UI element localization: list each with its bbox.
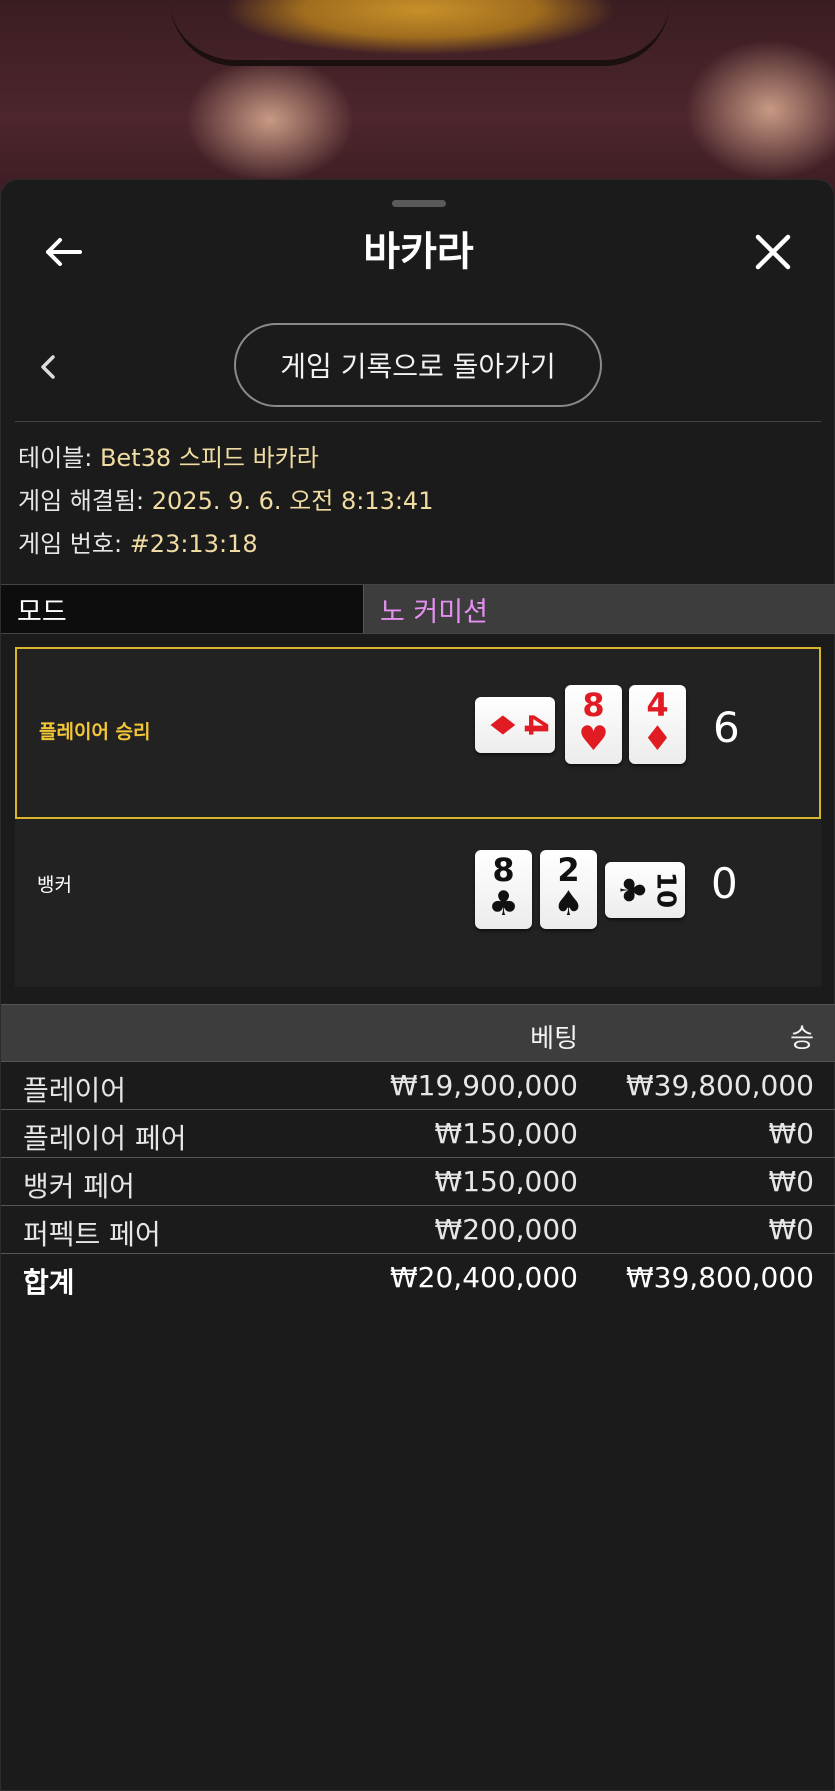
table-value: Bet38 스피드 바카라 [99, 444, 319, 472]
total-bet: ₩20,400,000 [389, 1261, 578, 1294]
table-row: 플레이어 페어 ₩150,000 ₩0 [1, 1109, 835, 1158]
bet-name: 플레이어 [23, 1074, 127, 1107]
bet-amount: ₩150,000 [434, 1117, 578, 1150]
mode-row: 모드 노 커미션 [1, 584, 835, 634]
card-rank: 4 [516, 713, 555, 737]
banker-hand-label: 뱅커 [37, 874, 72, 896]
resolved-info: 게임 해결됨: 2025. 9. 6. 오전 8:13:41 [18, 486, 433, 516]
table-rail [170, 0, 670, 66]
total-row: 합계 ₩20,400,000 ₩39,800,000 [1, 1253, 835, 1302]
card-suit-icon: ♦ [481, 709, 522, 741]
bet-amount: ₩150,000 [434, 1165, 578, 1198]
game-number-info: 게임 번호: #23:13:18 [18, 529, 258, 559]
table-row: 플레이어 ₩19,900,000 ₩39,800,000 [1, 1061, 835, 1110]
card-suit-icon: ♣ [611, 874, 652, 906]
sheet-drag-handle[interactable] [392, 200, 446, 207]
bottom-sheet: 바카라 게임 기록으로 돌아가기 테이블: Bet38 스피드 바카라 게임 해… [0, 179, 835, 1791]
game-number-value: #23:13:18 [129, 530, 258, 558]
table-row: 뱅커 페어 ₩150,000 ₩0 [1, 1157, 835, 1206]
win-column-header: 승 [790, 1024, 814, 1054]
card-rank: 4 [646, 686, 669, 724]
card-suit-icon: ♥ [578, 719, 609, 759]
bet-table-header: 베팅 승 [1, 1004, 835, 1062]
bet-name: 뱅커 페어 [23, 1170, 135, 1203]
live-video-background [0, 0, 835, 200]
card-suit-icon: ♦ [642, 719, 673, 759]
card-rank: 8 [492, 851, 515, 889]
player-hand-label: 플레이어 승리 [39, 721, 151, 743]
playing-card: 4 ♦ [629, 685, 686, 764]
playing-card: 2 ♠ [540, 850, 597, 929]
card-rank: 2 [557, 851, 580, 889]
chevron-left-icon[interactable] [31, 350, 65, 384]
game-number-label: 게임 번호: [18, 530, 123, 558]
table-row: 퍼펙트 페어 ₩200,000 ₩0 [1, 1205, 835, 1254]
card-rank: 8 [582, 686, 605, 724]
player-score: 6 [713, 703, 740, 752]
resolved-label: 게임 해결됨: [18, 487, 145, 515]
mode-value: 노 커미션 [363, 585, 835, 633]
win-amount: ₩0 [768, 1117, 815, 1150]
resolved-value: 2025. 9. 6. 오전 8:13:41 [151, 487, 434, 515]
card-rank: 10 [650, 871, 681, 909]
divider [15, 421, 821, 422]
playing-card: 4 ♦ [475, 697, 555, 753]
back-to-history-button[interactable]: 게임 기록으로 돌아가기 [234, 323, 602, 407]
table-info: 테이블: Bet38 스피드 바카라 [18, 443, 319, 473]
playing-card: 8 ♣ [475, 850, 532, 929]
page-title: 바카라 [363, 229, 474, 275]
playing-card: 10 ♣ [605, 862, 685, 918]
bet-amount: ₩200,000 [434, 1213, 578, 1246]
banker-score: 0 [711, 859, 738, 908]
player-hand-row: 플레이어 승리 4 ♦ 8 ♥ 4 ♦ 6 [15, 647, 821, 819]
win-amount: ₩39,800,000 [625, 1069, 814, 1102]
bet-amount: ₩19,900,000 [389, 1069, 578, 1102]
table-label: 테이블: [18, 444, 93, 472]
card-suit-icon: ♠ [553, 884, 584, 924]
win-amount: ₩0 [768, 1165, 815, 1198]
mode-label: 모드 [1, 585, 363, 633]
card-suit-icon: ♣ [488, 884, 519, 924]
close-icon[interactable] [751, 230, 795, 274]
bet-column-header: 베팅 [530, 1024, 578, 1054]
bet-name: 퍼펙트 페어 [23, 1218, 161, 1251]
win-amount: ₩0 [768, 1213, 815, 1246]
total-label: 합계 [23, 1266, 75, 1299]
total-win: ₩39,800,000 [625, 1261, 814, 1294]
banker-hand-row: 뱅커 8 ♣ 2 ♠ 10 ♣ 0 [15, 819, 821, 987]
playing-card: 8 ♥ [565, 685, 622, 764]
result-panel: 플레이어 승리 4 ♦ 8 ♥ 4 ♦ 6 뱅커 8 ♣ 2 ♠ 10 ♣ 0 [15, 647, 821, 987]
bet-name: 플레이어 페어 [23, 1122, 187, 1155]
